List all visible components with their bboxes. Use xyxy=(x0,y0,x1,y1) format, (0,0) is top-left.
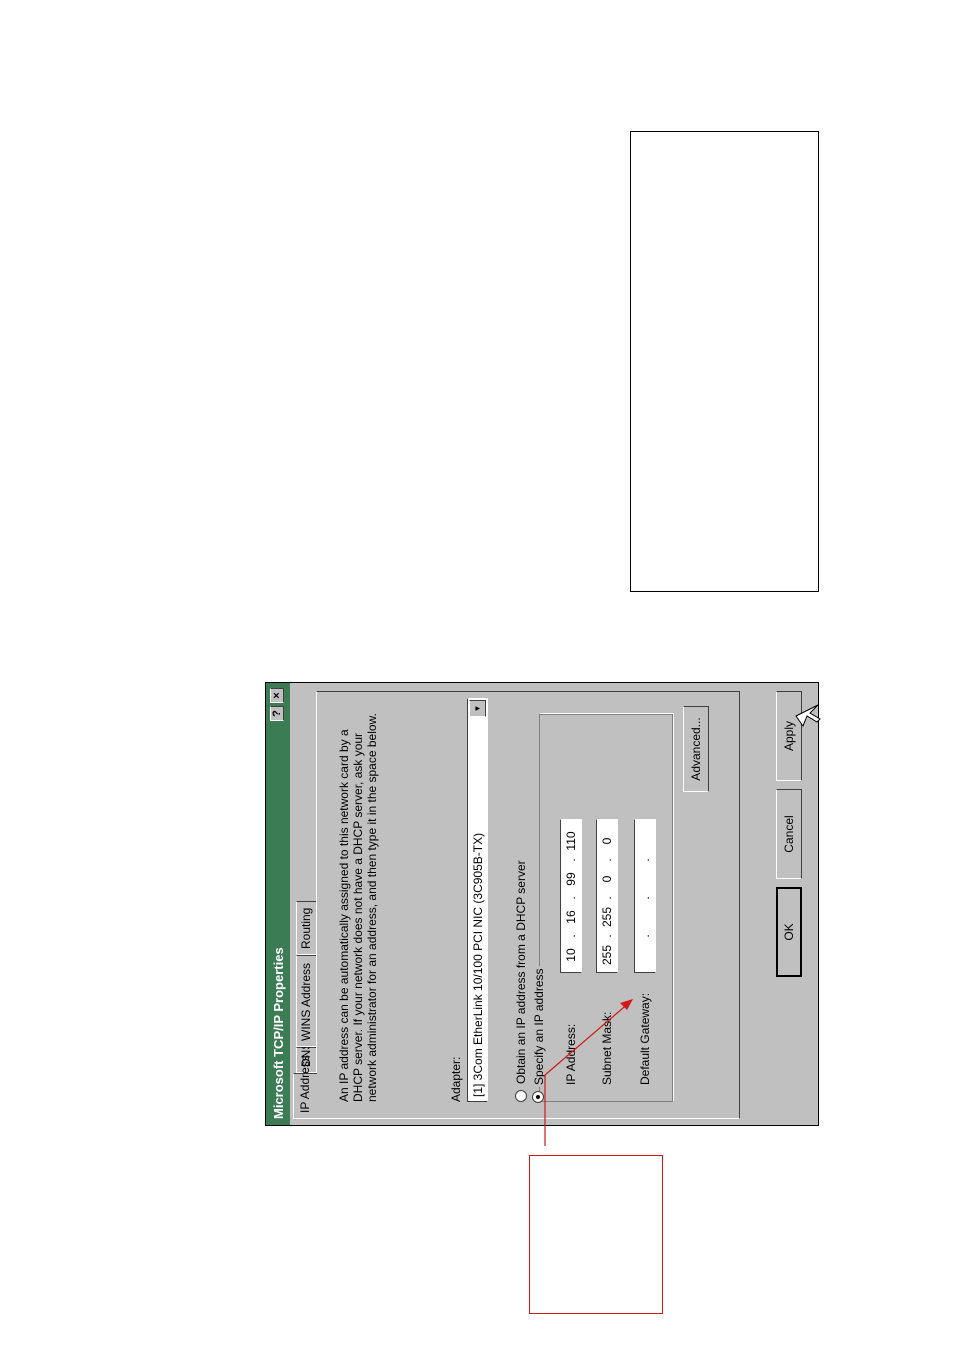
ip-octet-1: 10 xyxy=(564,948,578,962)
specify-ip-radio[interactable] xyxy=(532,1091,544,1103)
subnet-mask-field[interactable]: 255 . 255 . 0 . 0 xyxy=(596,819,618,973)
ip-dot: . xyxy=(564,934,578,938)
ip-address-panel: An IP address can be automatically assig… xyxy=(316,691,740,1119)
ip-address-field[interactable]: 10 . 16 . 99 . 110 xyxy=(560,819,582,973)
annotation-box xyxy=(630,131,819,592)
description-text: An IP address can be automatically assig… xyxy=(337,713,379,1102)
title-bar[interactable]: Microsoft TCP/IP Properties ? × xyxy=(266,683,290,1125)
advanced-button[interactable]: Advanced... xyxy=(683,706,709,792)
dialog-title: Microsoft TCP/IP Properties xyxy=(271,947,286,1119)
ip-octet-4: 110 xyxy=(564,831,578,851)
gw-dot: . xyxy=(638,896,652,900)
ip-address-label: IP Address: xyxy=(564,1023,578,1085)
apply-button[interactable]: Apply xyxy=(776,691,802,781)
specify-ip-groupbox: Specify an IP address IP Address: 10 . 1… xyxy=(532,714,673,1103)
adapter-value: [1] 3Com EtherLink 10/100 PCI NIC (3C905… xyxy=(471,832,485,1097)
tab-routing[interactable]: Routing xyxy=(296,901,316,955)
mask-octet-2: 255 xyxy=(600,906,614,928)
ip-octet-2: 16 xyxy=(564,910,578,924)
default-gateway-field[interactable]: . . . xyxy=(634,819,656,973)
callout-box xyxy=(529,1155,663,1314)
mask-dot: . xyxy=(600,896,614,900)
cancel-button[interactable]: Cancel xyxy=(776,789,802,879)
subnet-mask-label: Subnet Mask: xyxy=(600,1011,614,1085)
dialog-viewport: Microsoft TCP/IP Properties ? × IP Addre… xyxy=(265,682,819,1126)
ip-dot: . xyxy=(564,858,578,862)
dropdown-arrow-icon[interactable]: ▼ xyxy=(469,700,486,717)
tab-wins-address[interactable]: WINS Address xyxy=(296,955,316,1047)
ok-button[interactable]: OK xyxy=(776,887,802,977)
ip-octet-3: 99 xyxy=(564,872,578,886)
ip-dot: . xyxy=(564,896,578,900)
gw-dot: . xyxy=(638,858,652,862)
specify-ip-label[interactable]: Specify an IP address xyxy=(532,966,546,1087)
close-button[interactable]: × xyxy=(270,688,284,703)
adapter-label: Adapter: xyxy=(449,1056,463,1102)
mask-octet-4: 0 xyxy=(600,837,614,845)
default-gateway-label: Default Gateway: xyxy=(638,992,652,1085)
obtain-dhcp-label[interactable]: Obtain an IP address from a DHCP server xyxy=(514,860,528,1084)
gw-dot: . xyxy=(638,934,652,938)
adapter-select[interactable]: [1] 3Com EtherLink 10/100 PCI NIC (3C905… xyxy=(467,698,488,1102)
mask-dot: . xyxy=(600,858,614,862)
mask-octet-3: 0 xyxy=(600,875,614,883)
tcpip-properties-dialog: Microsoft TCP/IP Properties ? × IP Addre… xyxy=(265,682,819,1126)
mask-octet-1: 255 xyxy=(600,944,614,966)
obtain-dhcp-radio[interactable] xyxy=(515,1090,527,1102)
help-button[interactable]: ? xyxy=(270,706,284,721)
tab-ip-address[interactable]: IP Address xyxy=(293,1055,317,1119)
mask-dot: . xyxy=(600,934,614,938)
